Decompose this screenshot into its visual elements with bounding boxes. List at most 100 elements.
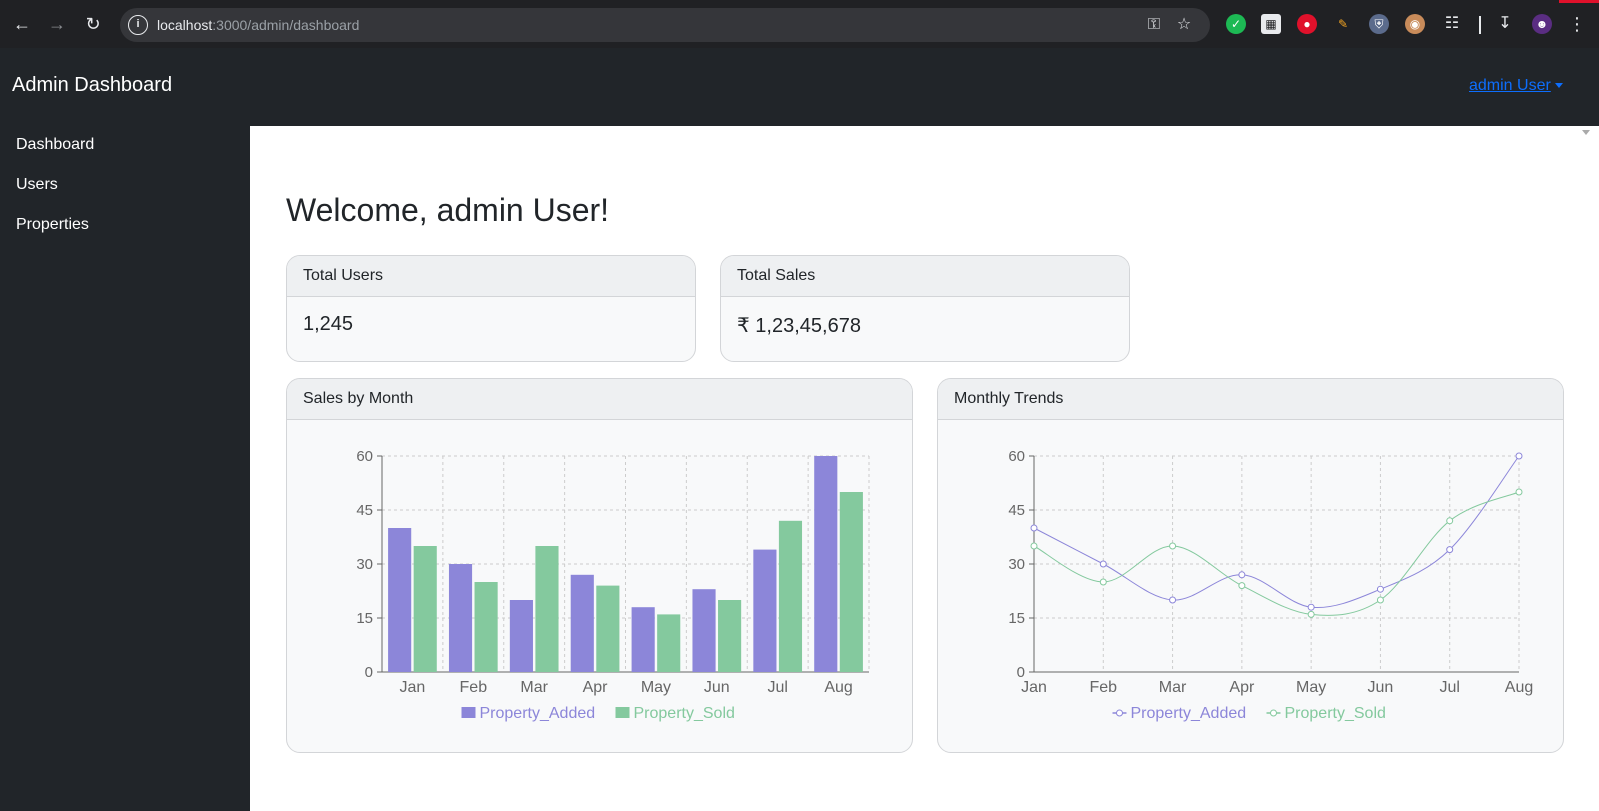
reload-icon[interactable]: ↻ [81, 12, 105, 36]
line-chart: 015304560Jan Feb Mar Apr May Jun Jul AugPropert… [1008, 448, 1533, 722]
legend-label: Property_Added [1131, 705, 1247, 722]
data-point [1515, 452, 1523, 460]
shield-extension-icon[interactable]: ⛨ [1369, 14, 1389, 34]
sidebar-item-properties[interactable]: Properties [16, 216, 89, 234]
series-line [1033, 455, 1520, 609]
data-point [1099, 578, 1107, 586]
x-tick-label: Jun [1368, 679, 1394, 696]
card-title: Total Sales [721, 256, 1129, 297]
y-tick-label: 0 [365, 664, 373, 681]
legend-swatch-icon [615, 707, 630, 718]
data-point [1446, 517, 1454, 525]
legend-swatch-icon [461, 707, 476, 718]
x-tick-label: Apr [1229, 679, 1255, 696]
url-host: localhost [157, 17, 213, 33]
bar [509, 600, 533, 672]
legend-marker-icon [1270, 709, 1277, 717]
y-tick-label: 30 [1008, 556, 1025, 573]
y-tick-label: 30 [356, 556, 373, 573]
total-sales-value: ₹ 1,23,45,678 [737, 315, 861, 337]
data-point [1099, 560, 1107, 568]
owl-extension-icon[interactable]: ◉ [1405, 14, 1425, 34]
x-tick-label: Jan [400, 679, 426, 696]
x-tick-label: Jul [767, 679, 787, 696]
user-menu-dropdown[interactable]: admin User [1469, 77, 1563, 95]
bar [778, 520, 803, 672]
bar [474, 582, 498, 672]
x-tick-label: Aug [1505, 679, 1533, 696]
address-bar[interactable]: i localhost:3000/admin/dashboard ⚿ ☆ [120, 8, 1210, 42]
sidebar: Dashboard Users Properties [0, 126, 250, 811]
x-tick-label: Jun [704, 679, 730, 696]
navbar-brand[interactable]: Admin Dashboard [12, 74, 172, 97]
data-point [1307, 610, 1315, 618]
download-icon[interactable]: ↧ [1495, 14, 1515, 34]
bookmark-star-icon[interactable]: ☆ [1174, 15, 1194, 35]
lock-extension-icon[interactable]: ● [1297, 14, 1317, 34]
data-point [1169, 596, 1177, 604]
data-point [1515, 488, 1523, 496]
bar [753, 549, 777, 672]
qr-extension-icon[interactable]: ▦ [1261, 14, 1281, 34]
sidebar-item-users[interactable]: Users [16, 176, 58, 194]
forward-icon[interactable]: → [45, 12, 69, 36]
x-tick-label: Aug [824, 679, 852, 696]
data-point [1376, 585, 1384, 593]
y-tick-label: 45 [1008, 502, 1025, 519]
puzzle-extensions-icon[interactable]: ☷ [1442, 14, 1462, 34]
total-users-card: Total Users 1,245 [286, 255, 696, 362]
card-title: Total Users [287, 256, 695, 297]
y-tick-label: 15 [356, 610, 373, 627]
x-tick-label: May [1296, 679, 1326, 696]
data-point [1030, 542, 1038, 550]
card-title: Sales by Month [287, 379, 912, 420]
bar [657, 614, 681, 672]
sales-by-month-card: Sales by Month 0 15 30 45 60 Jan Feb Mar Apr May J… [286, 378, 913, 753]
bar [692, 589, 716, 672]
tab-indicator [1559, 0, 1599, 3]
total-users-value: 1,245 [303, 313, 354, 335]
bar [570, 574, 594, 672]
y-tick-label: 15 [1008, 610, 1025, 627]
bar [814, 456, 838, 672]
total-sales-card: Total Sales ₹ 1,23,45,678 [720, 255, 1130, 362]
bar-chart: 0 15 30 45 60 Jan Feb Mar Apr May Jun Jul Aug Propert… [356, 448, 870, 722]
x-tick-label: Jan [1021, 679, 1047, 696]
navbar-toggle-caret-icon[interactable] [1582, 130, 1590, 135]
data-point [1376, 596, 1384, 604]
url-path: :3000/admin/dashboard [212, 17, 360, 33]
key-icon[interactable]: ⚿ [1144, 15, 1164, 35]
sidebar-item-dashboard[interactable]: Dashboard [16, 136, 94, 154]
monthly-trends-card: Monthly Trends 0 15 30 45 60 Jan Feb Mar Apr May J… [937, 378, 1564, 753]
data-point [1446, 546, 1454, 554]
data-point [1030, 524, 1038, 532]
data-point [1307, 603, 1315, 611]
bar [631, 607, 655, 672]
data-point [1169, 542, 1177, 550]
x-tick-label: Jul [1439, 679, 1459, 696]
x-tick-label: Feb [1089, 679, 1117, 696]
bar [388, 528, 412, 672]
bar [718, 600, 742, 672]
x-tick-label: Apr [583, 679, 609, 696]
user-menu-label: admin User [1469, 77, 1551, 94]
pen-extension-icon[interactable]: ✎ [1333, 14, 1353, 34]
kebab-menu-icon[interactable]: ⋮ [1567, 14, 1587, 34]
app-navbar: Admin Dashboard admin User [0, 48, 1599, 135]
legend-label: Property_Added [480, 705, 596, 722]
legend-label: Property_Sold [1285, 705, 1386, 722]
x-tick-label: Mar [1159, 679, 1187, 696]
address-text[interactable]: localhost:3000/admin/dashboard [157, 17, 359, 33]
check-extension-icon[interactable]: ✓ [1226, 14, 1246, 34]
toolbar-divider [1479, 16, 1481, 34]
data-point [1238, 571, 1246, 579]
bar [839, 492, 863, 672]
x-tick-label: Feb [460, 679, 488, 696]
y-tick-label: 60 [1008, 448, 1025, 465]
x-tick-label: Mar [520, 679, 548, 696]
profile-avatar-icon[interactable]: ☻ [1532, 14, 1552, 34]
y-tick-label: 60 [356, 448, 373, 465]
bar [535, 546, 559, 672]
site-info-icon[interactable]: i [128, 15, 148, 35]
back-icon[interactable]: ← [10, 12, 34, 36]
